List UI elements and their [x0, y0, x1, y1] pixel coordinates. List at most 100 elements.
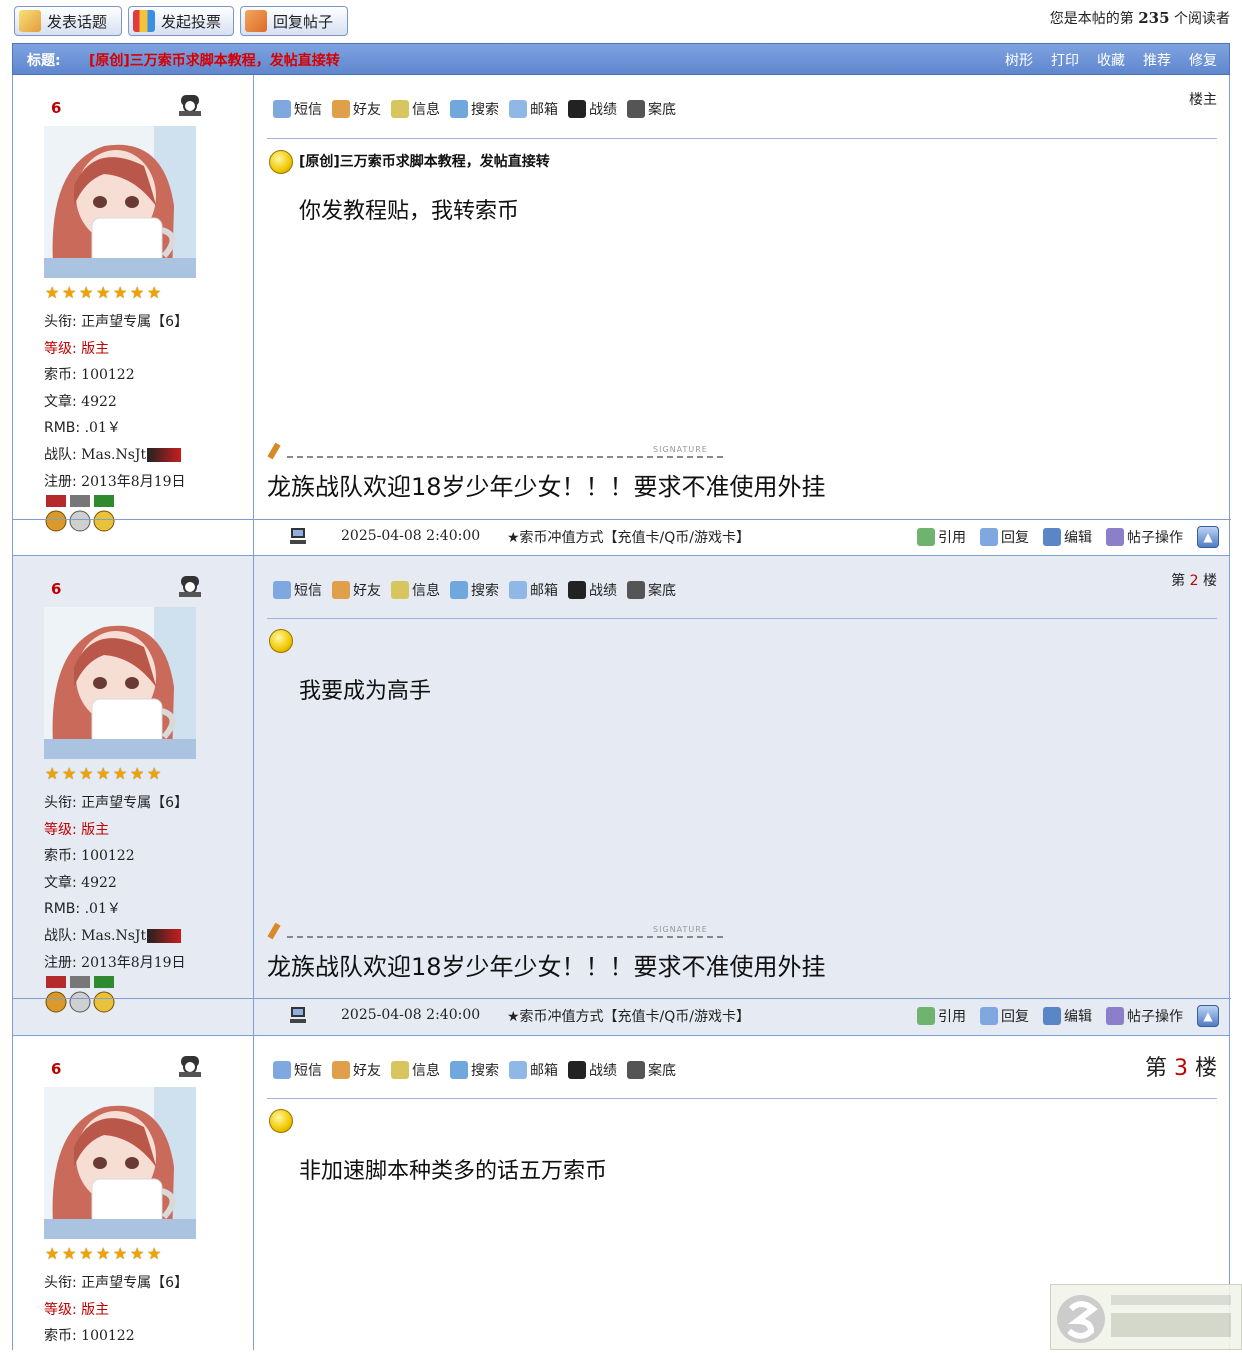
star-icon: ★ — [130, 764, 145, 783]
recommend-link[interactable]: 推荐 — [1143, 50, 1171, 70]
rating-stars: ★ ★ ★ ★ ★ ★ ★ — [45, 1246, 163, 1262]
post-body: 非加速脚本种类多的话五万索币 — [299, 1159, 608, 1184]
tool-info[interactable]: 信息 — [391, 99, 440, 119]
user-panel: 6 ★ ★ ★ ★ ★ ★ ★ 头衔: 正声望专属【6】 等级: 版主 索币: 100122… — [13, 556, 254, 1013]
user-panel: 6 ★ ★ ★ ★ ★ ★ ★ 头衔: 正声望专属【6】 等级: 版主 索币: 100122… — [13, 75, 254, 532]
smiley-icon — [269, 629, 293, 653]
tool-search[interactable]: 搜索 — [450, 1060, 499, 1080]
new-poll-button[interactable]: 发起投票 — [128, 6, 234, 36]
tool-friend[interactable]: 好友 — [332, 1060, 381, 1080]
reply-icon — [980, 1007, 998, 1025]
recharge-link[interactable]: ★索币冲值方式【充值卡/Q币/游戏卡】 — [507, 1006, 750, 1026]
username[interactable]: 6 — [51, 580, 61, 598]
message-icon — [273, 1061, 291, 1079]
print-link[interactable]: 打印 — [1051, 50, 1079, 70]
tool-record[interactable]: 战绩 — [568, 1060, 617, 1080]
edit-button[interactable]: 编辑 — [1043, 527, 1092, 547]
rating-stars: ★ ★ ★ ★ ★ ★ ★ — [45, 285, 163, 301]
record-icon — [568, 581, 586, 599]
tool-search[interactable]: 搜索 — [450, 580, 499, 600]
post-ops-button[interactable]: 帖子操作 — [1106, 1006, 1183, 1026]
user-tools: 短信 好友 信息 搜索 邮箱 战绩 案底 — [273, 580, 676, 600]
post-ops-icon — [1106, 1007, 1124, 1025]
signature-divider — [287, 936, 723, 938]
username[interactable]: 6 — [51, 1060, 61, 1078]
tool-message[interactable]: 短信 — [273, 99, 322, 119]
post: 6 ★ ★ ★ ★ ★ ★ ★ 头衔: 正声望专属【6】 等级: 版主 索币: 100122… — [12, 1036, 1230, 1350]
star-icon: ★ — [113, 1244, 128, 1263]
repair-link[interactable]: 修复 — [1189, 50, 1217, 70]
tool-message[interactable]: 短信 — [273, 1060, 322, 1080]
message-icon — [273, 581, 291, 599]
user-tools: 短信 好友 信息 搜索 邮箱 战绩 案底 — [273, 1060, 676, 1080]
user-posts: 文章: 4922 — [44, 875, 117, 891]
user-title: 头衔: 正声望专属【6】 — [44, 795, 189, 811]
tool-info[interactable]: 信息 — [391, 1060, 440, 1080]
tool-mailbox[interactable]: 邮箱 — [509, 99, 558, 119]
user-level: 等级: 版主 — [44, 822, 110, 838]
star-icon: ★ — [62, 1244, 77, 1263]
avatar[interactable] — [44, 1087, 196, 1239]
star-icon: ★ — [45, 764, 60, 783]
post-ops-button[interactable]: 帖子操作 — [1106, 527, 1183, 547]
reply-button[interactable]: 回复 — [980, 1006, 1029, 1026]
star-icon: ★ — [130, 1244, 145, 1263]
search-icon — [450, 100, 468, 118]
avatar[interactable] — [44, 607, 196, 759]
edit-icon — [1043, 528, 1061, 546]
star-icon: ★ — [96, 1244, 111, 1263]
signature-tag: SIGNATURE — [653, 445, 708, 454]
tool-record[interactable]: 战绩 — [568, 99, 617, 119]
tree-view-link[interactable]: 树形 — [1005, 50, 1033, 70]
star-icon: ★ — [45, 283, 60, 302]
reply-topic-button[interactable]: 回复帖子 — [240, 6, 348, 36]
star-icon: ★ — [79, 1244, 94, 1263]
divider — [267, 138, 1217, 139]
username[interactable]: 6 — [51, 99, 61, 117]
search-icon — [450, 1061, 468, 1079]
user-posts: 文章: 4922 — [44, 394, 117, 410]
tool-history[interactable]: 案底 — [627, 580, 676, 600]
tool-mailbox[interactable]: 邮箱 — [509, 1060, 558, 1080]
online-status-icon — [179, 95, 201, 116]
reply-icon — [980, 528, 998, 546]
rating-stars: ★ ★ ★ ★ ★ ★ ★ — [45, 766, 163, 782]
tool-mailbox[interactable]: 邮箱 — [509, 580, 558, 600]
tool-search[interactable]: 搜索 — [450, 99, 499, 119]
reply-button[interactable]: 回复 — [980, 527, 1029, 547]
tool-message[interactable]: 短信 — [273, 580, 322, 600]
back-to-top-icon[interactable]: ▲ — [1197, 1005, 1219, 1027]
star-icon: ★ — [45, 1244, 60, 1263]
tool-record[interactable]: 战绩 — [568, 580, 617, 600]
tool-history[interactable]: 案底 — [627, 99, 676, 119]
post-actions: 引用 回复 编辑 帖子操作 ▲ — [917, 526, 1219, 548]
topic-actions: 树形 打印 收藏 推荐 修复 — [1005, 50, 1217, 70]
user-register-date: 注册: 2013年8月19日 — [44, 955, 186, 971]
star-icon: ★ — [62, 283, 77, 302]
star-icon: ★ — [147, 764, 162, 783]
favorite-link[interactable]: 收藏 — [1097, 50, 1125, 70]
post-title: [原创]三万索币求脚本教程，发帖直接转 — [299, 154, 550, 170]
signature-text: 龙族战队欢迎18岁少年少女！！！要求不准使用外挂 — [267, 953, 826, 981]
recharge-link[interactable]: ★索币冲值方式【充值卡/Q币/游戏卡】 — [507, 527, 750, 547]
avatar[interactable] — [44, 126, 196, 278]
star-icon: ★ — [79, 764, 94, 783]
topic-title-bar: 标题: [原创]三万索币求脚本教程，发帖直接转 树形 打印 收藏 推荐 修复 — [12, 43, 1230, 75]
user-coins: 索币: 100122 — [44, 367, 135, 383]
user-level: 等级: 版主 — [44, 341, 110, 357]
new-topic-button[interactable]: 发表话题 — [14, 6, 122, 36]
quote-button[interactable]: 引用 — [917, 527, 966, 547]
friend-icon — [332, 1061, 350, 1079]
mailbox-icon — [509, 1061, 527, 1079]
quote-button[interactable]: 引用 — [917, 1006, 966, 1026]
edit-button[interactable]: 编辑 — [1043, 1006, 1092, 1026]
tool-friend[interactable]: 好友 — [332, 99, 381, 119]
tool-info[interactable]: 信息 — [391, 580, 440, 600]
tool-friend[interactable]: 好友 — [332, 580, 381, 600]
tool-history[interactable]: 案底 — [627, 1060, 676, 1080]
signature-tag: SIGNATURE — [653, 925, 708, 934]
online-status-icon — [179, 1056, 201, 1077]
friend-icon — [332, 581, 350, 599]
back-to-top-icon[interactable]: ▲ — [1197, 526, 1219, 548]
computer-icon — [290, 528, 306, 544]
